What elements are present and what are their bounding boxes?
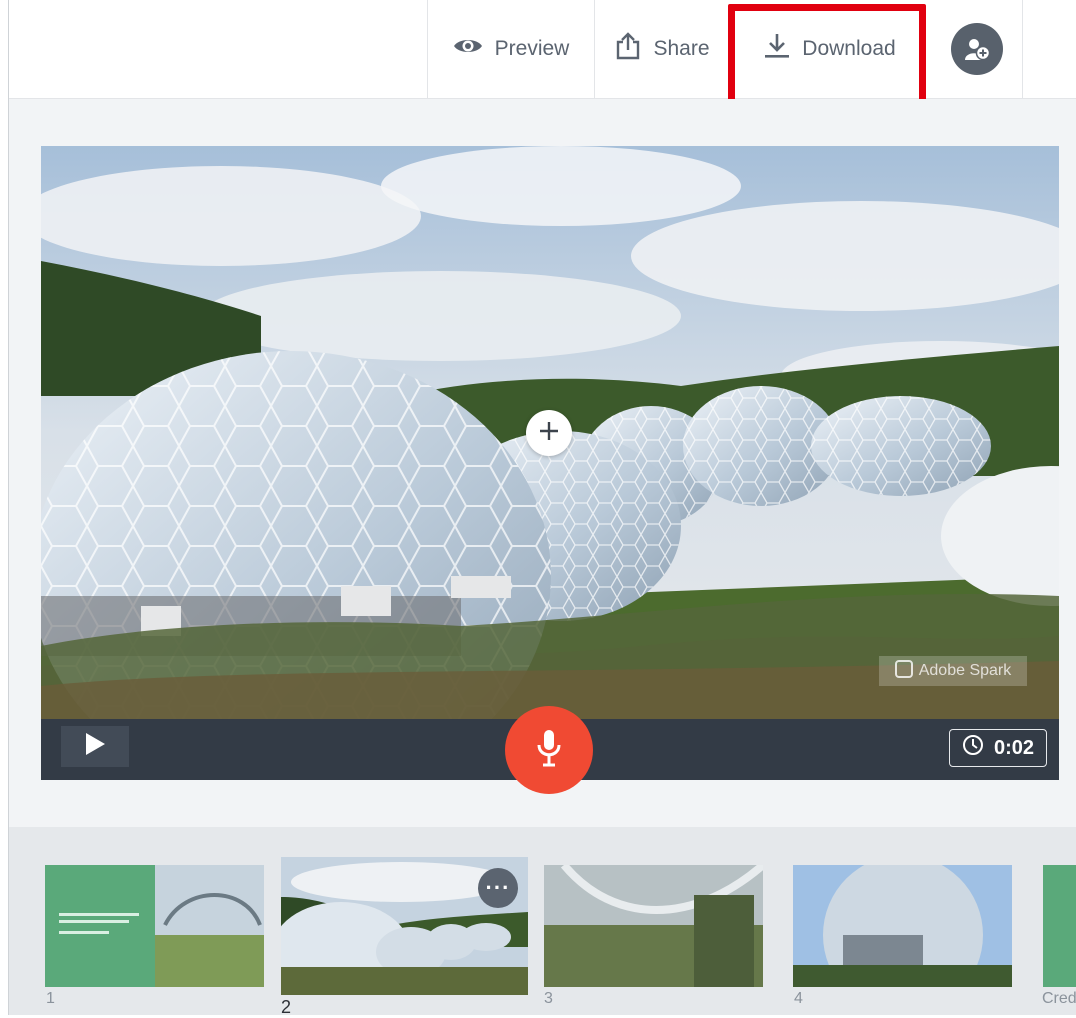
- slide-number: 3: [544, 990, 553, 1007]
- thumbnail-image: [45, 865, 264, 987]
- add-slide-button[interactable]: [526, 410, 572, 456]
- slide-thumbnail-1[interactable]: [45, 865, 264, 987]
- duration-value: 0:02: [993, 736, 1034, 759]
- preview-button[interactable]: Preview: [428, 0, 594, 98]
- slide-number: Cred: [1042, 990, 1076, 1007]
- slide-thumbnail-4[interactable]: [793, 865, 1012, 987]
- slide-photo[interactable]: Adobe Spark: [41, 146, 1059, 719]
- invite-button[interactable]: [931, 0, 1023, 98]
- play-button[interactable]: [61, 726, 129, 767]
- thumbnail-image: [544, 865, 763, 987]
- preview-label: Preview: [494, 37, 570, 60]
- slide-thumbnail-3[interactable]: [544, 865, 763, 987]
- duration-button[interactable]: 0:02: [948, 729, 1047, 767]
- player-controls: 0:02: [41, 706, 1059, 794]
- spark-logo-icon: [894, 659, 913, 683]
- share-label: Share: [653, 37, 710, 60]
- thumbnail-image: [793, 865, 1012, 987]
- plus-icon: [538, 420, 560, 447]
- download-highlight-box: [728, 4, 926, 109]
- adobe-spark-watermark: Adobe Spark: [879, 656, 1027, 686]
- microphone-icon: [536, 728, 562, 773]
- more-options-icon[interactable]: ···: [478, 868, 518, 908]
- play-icon: [84, 732, 106, 761]
- slide-number: 1: [46, 990, 55, 1007]
- eye-icon: [453, 36, 483, 62]
- share-icon: [615, 32, 641, 66]
- slide-thumbnail-credits[interactable]: [1043, 865, 1076, 987]
- record-voice-button[interactable]: [505, 706, 593, 794]
- clock-icon: [962, 734, 984, 762]
- add-user-icon: [951, 23, 1003, 75]
- share-button[interactable]: Share: [595, 0, 730, 98]
- watermark-text: Adobe Spark: [918, 662, 1012, 679]
- slide-number: 4: [794, 990, 803, 1007]
